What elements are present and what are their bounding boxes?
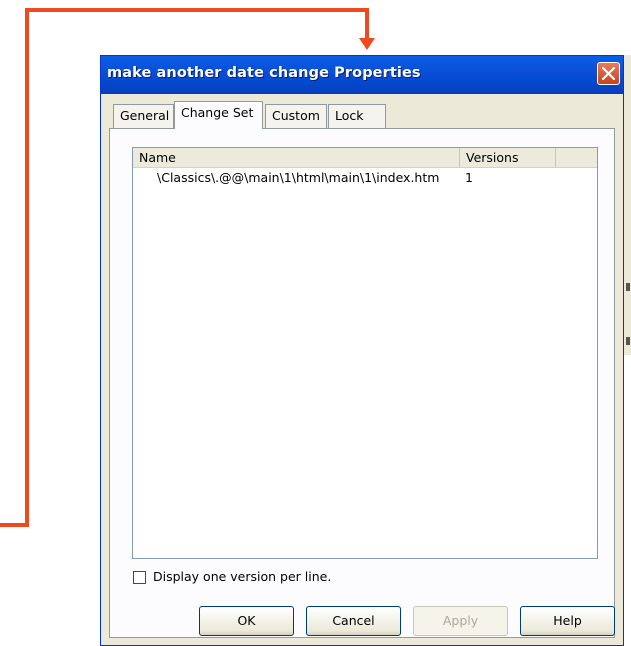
list-item-name: \Classics\.@@\main\1\html\main\1\index.h…	[157, 170, 440, 185]
annotation-arrow-top-segment	[25, 8, 369, 12]
close-button[interactable]	[597, 62, 620, 85]
display-one-version-label[interactable]: Display one version per line.	[153, 569, 331, 585]
display-one-version-checkbox[interactable]	[133, 571, 146, 584]
background-window-glyph	[626, 337, 630, 345]
annotation-arrow-head	[359, 38, 375, 50]
ok-button[interactable]: OK	[199, 606, 294, 636]
cancel-button[interactable]: Cancel	[306, 606, 401, 636]
dialog-title: make another date change Properties	[107, 65, 421, 81]
annotation-arrow-left-segment	[25, 8, 29, 527]
close-icon	[602, 67, 615, 80]
tab-lock[interactable]: Lock	[328, 104, 386, 128]
column-header-name[interactable]: Name	[133, 148, 460, 167]
tab-change-set[interactable]: Change Set	[174, 101, 263, 129]
apply-button[interactable]: Apply	[413, 606, 508, 636]
annotation-arrow-right-segment	[365, 8, 369, 40]
change-set-list[interactable]: Name Versions \Classics\.@@\main\1\html\…	[132, 147, 598, 559]
list-item-versions: 1	[465, 170, 473, 185]
title-bar[interactable]: make another date change Properties	[101, 56, 623, 94]
column-header-versions[interactable]: Versions	[460, 148, 556, 167]
help-button[interactable]: Help	[520, 606, 615, 636]
column-header-empty	[556, 148, 598, 167]
properties-dialog: make another date change Properties Gene…	[100, 55, 624, 646]
list-item[interactable]: \Classics\.@@\main\1\html\main\1\index.h…	[133, 169, 597, 187]
background-window-glyph	[626, 283, 630, 291]
list-header: Name Versions	[133, 148, 597, 168]
tab-custom[interactable]: Custom	[265, 104, 327, 128]
tab-general[interactable]: General	[113, 104, 174, 128]
